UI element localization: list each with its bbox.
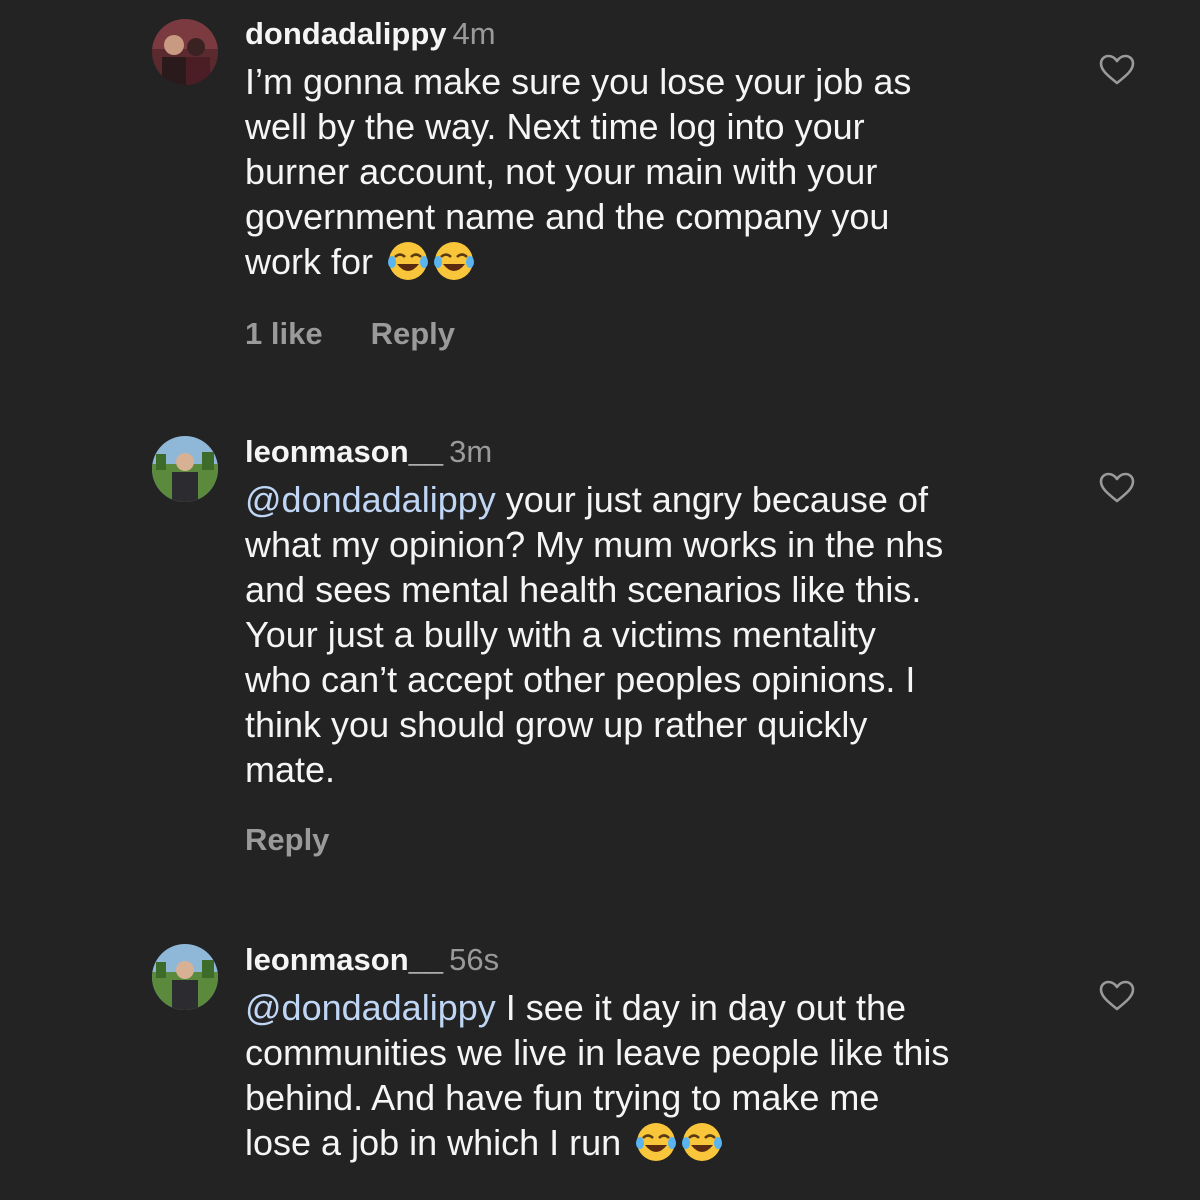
timestamp: 3m bbox=[449, 434, 493, 469]
comment-header: leonmason__ 3m bbox=[245, 432, 492, 472]
avatar[interactable] bbox=[152, 19, 218, 85]
username[interactable]: leonmason__ bbox=[245, 434, 443, 469]
mention-link[interactable]: @dondadalippy bbox=[245, 479, 496, 520]
mention-link[interactable]: @dondadalippy bbox=[245, 987, 496, 1028]
timestamp: 4m bbox=[452, 16, 496, 51]
comment-text: I’m gonna make sure you lose your job as… bbox=[245, 59, 1045, 292]
face-with-tears-of-joy-icon bbox=[433, 240, 475, 292]
like-heart-icon[interactable] bbox=[1099, 54, 1135, 86]
face-with-tears-of-joy-icon bbox=[681, 1121, 723, 1173]
face-with-tears-of-joy-icon bbox=[387, 240, 429, 292]
comment-header: leonmason__ 56s bbox=[245, 940, 499, 980]
like-heart-icon[interactable] bbox=[1099, 472, 1135, 504]
comment-text: @dondadalippy I see it day in day out th… bbox=[245, 985, 1045, 1173]
like-heart-icon[interactable] bbox=[1099, 980, 1135, 1012]
username[interactable]: leonmason__ bbox=[245, 942, 443, 977]
reply-button[interactable]: Reply bbox=[245, 822, 329, 857]
avatar[interactable] bbox=[152, 436, 218, 502]
avatar[interactable] bbox=[152, 944, 218, 1010]
username[interactable]: dondadalippy bbox=[245, 16, 447, 51]
timestamp: 56s bbox=[449, 942, 500, 977]
comment-text: @dondadalippy your just angry because of… bbox=[245, 477, 1045, 792]
comment-body: your just angry because of what my opini… bbox=[245, 479, 944, 790]
reply-button[interactable]: Reply bbox=[371, 316, 455, 351]
comment-actions: 1 like Reply bbox=[245, 316, 455, 352]
comment-body: I’m gonna make sure you lose your job as… bbox=[245, 61, 912, 282]
face-with-tears-of-joy-icon bbox=[635, 1121, 677, 1173]
comment-actions: Reply bbox=[245, 822, 329, 858]
likes-count[interactable]: 1 like bbox=[245, 316, 323, 351]
comment-header: dondadalippy 4m bbox=[245, 14, 496, 54]
